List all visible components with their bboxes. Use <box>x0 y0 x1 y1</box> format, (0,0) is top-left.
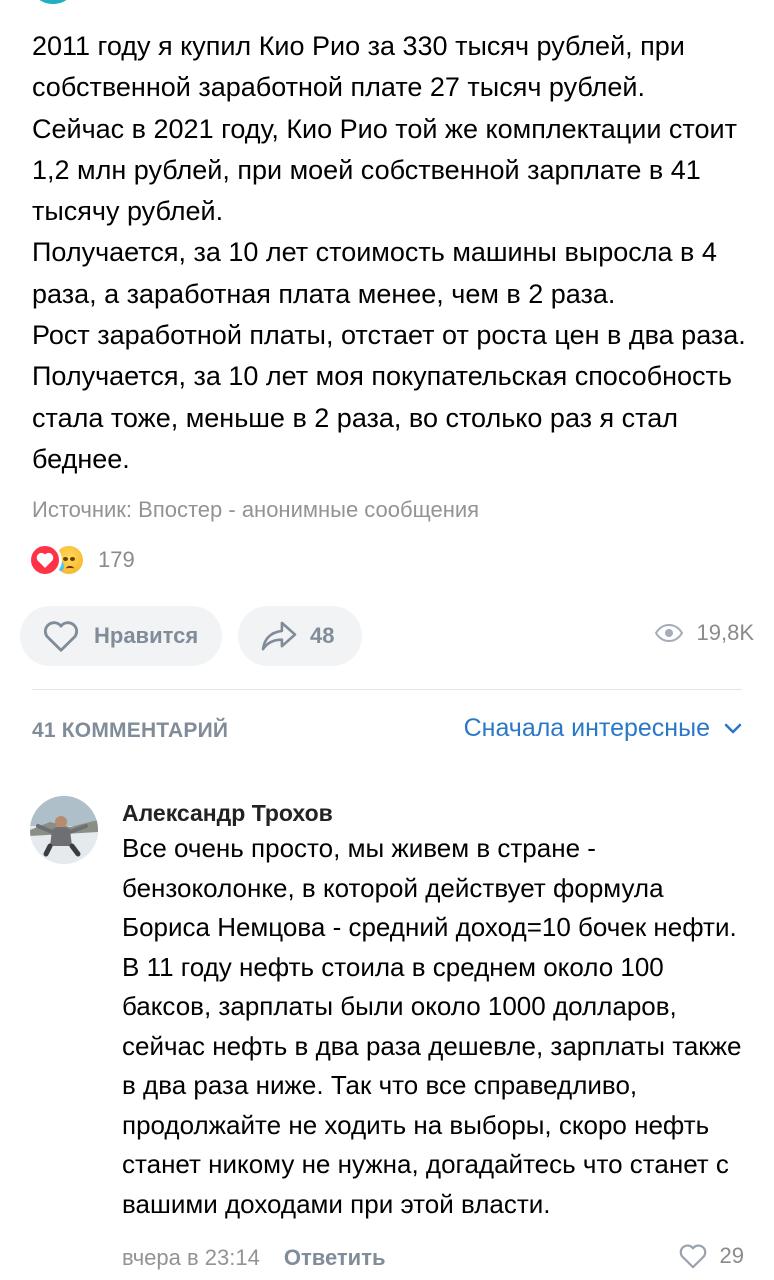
post-text: 2011 году я купил Кио Рио за 330 тысяч р… <box>32 26 752 480</box>
post-source-link[interactable]: Источник: Впостер - анонимные сообщения <box>32 497 479 523</box>
comment-like-button[interactable]: 29 <box>678 1243 744 1269</box>
share-button[interactable]: 48 <box>238 606 362 666</box>
like-button-label: Нравится <box>94 623 199 648</box>
previous-avatar-edge <box>28 0 78 4</box>
like-button[interactable]: Нравится <box>20 606 222 666</box>
avatar-photo <box>30 796 98 864</box>
post-paragraph: Сейчас в 2021 году, Кио Рио той же компл… <box>32 113 737 227</box>
comments-sort-label: Сначала интересные <box>463 714 710 742</box>
comment-meta: вчера в 23:14 Ответить <box>122 1245 386 1271</box>
comments-sort-dropdown[interactable]: Сначала интересные <box>464 714 742 743</box>
reactions-summary[interactable]: 179 <box>28 540 135 580</box>
comment-like-count: 29 <box>719 1243 744 1268</box>
share-count: 48 <box>310 623 335 648</box>
post-paragraph: Получается, за 10 лет стоимость машины в… <box>32 237 717 309</box>
post-paragraph: Рост заработной платы, отстает от роста … <box>32 320 746 474</box>
comment-author[interactable]: Александр Трохов <box>122 800 333 827</box>
reply-button[interactable]: Ответить <box>284 1245 386 1271</box>
heart-outline-icon <box>679 1244 706 1269</box>
reactions-count: 179 <box>98 547 135 572</box>
comment-timestamp: вчера в 23:14 <box>122 1245 260 1270</box>
post-paragraph: 2011 году я купил Кио Рио за 330 тысяч р… <box>32 31 685 103</box>
divider <box>32 689 742 690</box>
avatar[interactable] <box>30 796 98 864</box>
comments-count: 41 КОММЕНТАРИЙ <box>32 719 229 742</box>
comment-text: Все очень просто, мы живем в стране - бе… <box>122 833 742 1219</box>
share-arrow-icon <box>261 621 297 651</box>
heart-reaction-icon <box>28 543 62 577</box>
views-count: 19,8K <box>696 620 755 645</box>
chevron-down-icon <box>724 723 742 733</box>
views-counter: 19,8K <box>654 620 755 646</box>
eye-icon <box>654 624 683 642</box>
heart-outline-icon <box>44 621 78 652</box>
